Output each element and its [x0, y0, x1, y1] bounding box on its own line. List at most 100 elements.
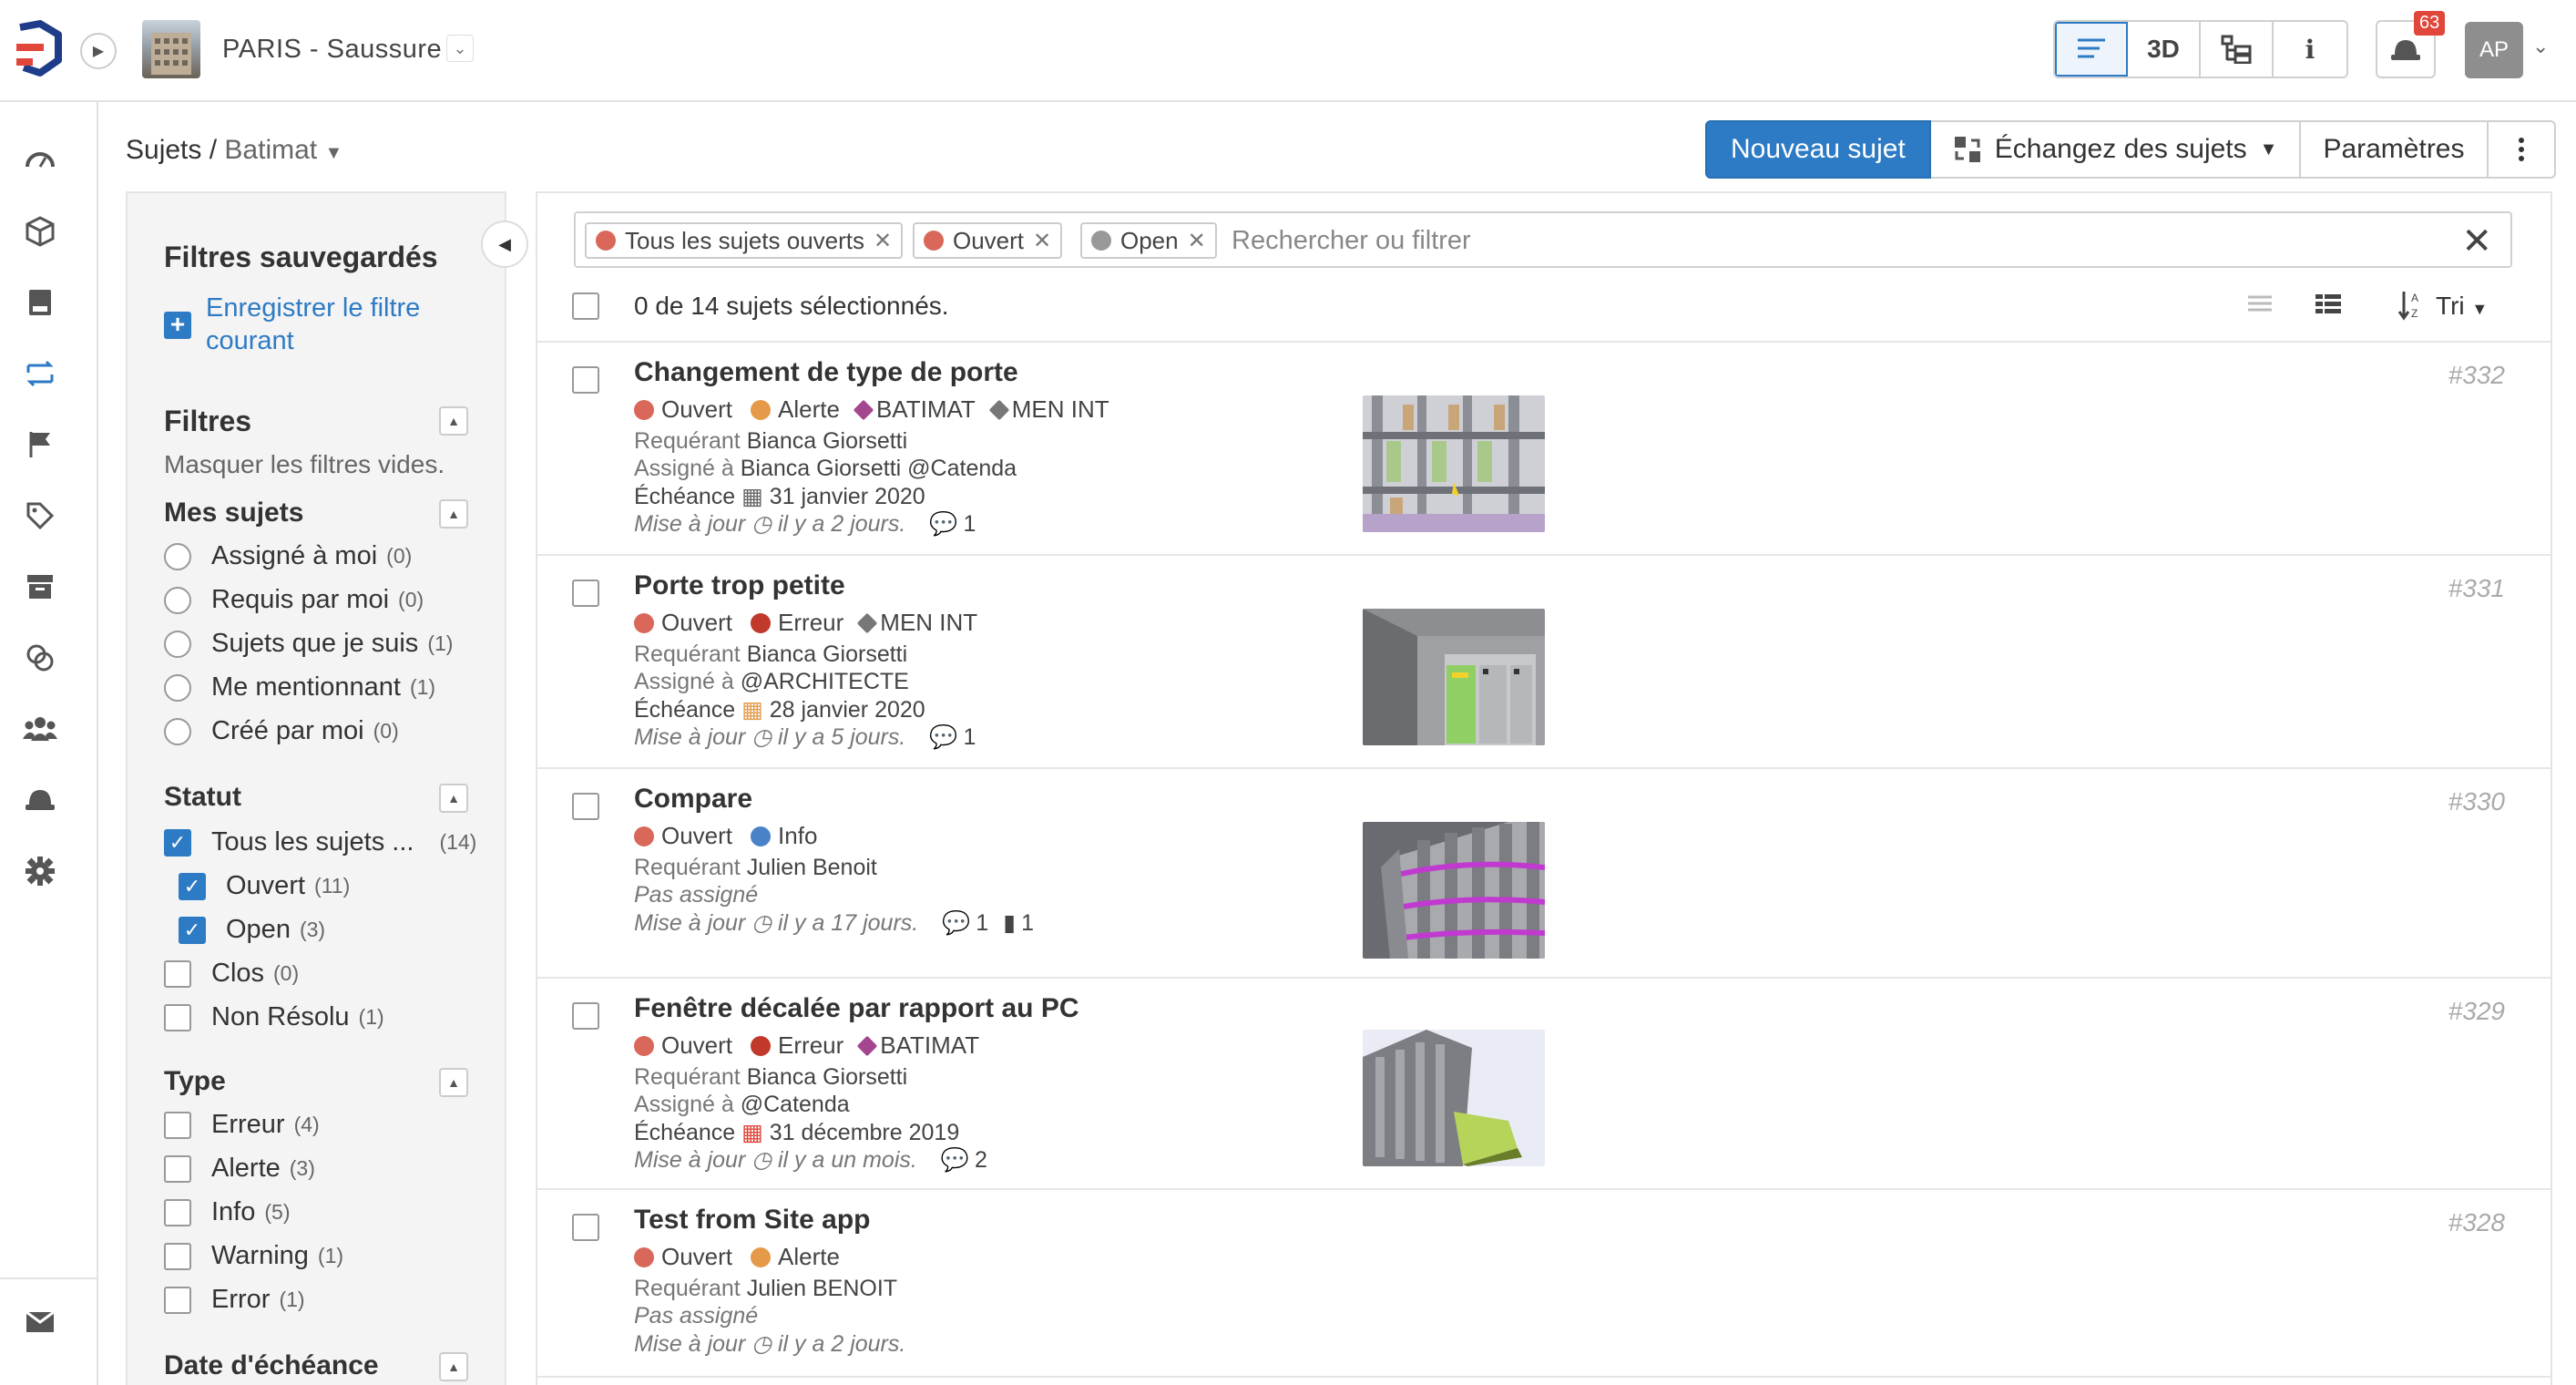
filter-type-error[interactable]: Error (1)	[164, 1285, 305, 1315]
search-input[interactable]: Rechercher ou filtrer	[1232, 226, 1471, 256]
filter-status-open[interactable]: ✓ Open (3)	[179, 915, 325, 945]
checkbox[interactable]	[164, 1003, 191, 1031]
filter-type-warning[interactable]: Warning (1)	[164, 1241, 343, 1271]
model-cube-icon[interactable]	[22, 213, 58, 250]
issue-row[interactable]: Compare #330 Ouvert Info Requérant Julie…	[537, 769, 2550, 977]
sort-icon[interactable]: AZ	[2397, 290, 2425, 325]
radio[interactable]	[164, 717, 191, 745]
user-avatar[interactable]: AP	[2465, 22, 2523, 78]
collapse-due-date-icon[interactable]: ▲	[439, 1352, 468, 1381]
issue-checkbox[interactable]	[572, 1214, 599, 1241]
issue-title[interactable]: Compare	[634, 784, 752, 815]
radio[interactable]	[164, 586, 191, 614]
more-options-button[interactable]	[2488, 120, 2556, 179]
collapse-my-issues-icon[interactable]: ▲	[439, 499, 468, 528]
filter-type-info[interactable]: Info (5)	[164, 1197, 291, 1227]
checkbox[interactable]	[164, 1242, 191, 1270]
team-icon[interactable]	[22, 711, 58, 747]
collapse-filters-icon[interactable]: ▲	[439, 406, 468, 436]
issue-row[interactable]: Porte trop petite #331 Ouvert Erreur MEN…	[537, 556, 2550, 767]
collapse-panel-button[interactable]: ◀	[481, 221, 528, 268]
filter-type-alerte[interactable]: Alerte (3)	[164, 1154, 315, 1184]
flag-icon[interactable]	[22, 426, 58, 463]
filter-radio-following[interactable]: Sujets que je suis (1)	[164, 629, 453, 659]
issue-row[interactable]: Fenêtre décalée par rapport au PC #329 O…	[537, 979, 2550, 1188]
filter-status-all-open[interactable]: ✓ Tous les sujets ... (14)	[164, 827, 476, 857]
3d-view-button[interactable]: 3D	[2128, 22, 2201, 77]
tree-view-button[interactable]	[2201, 22, 2274, 77]
inbox-icon[interactable]	[22, 1303, 58, 1339]
issue-checkbox[interactable]	[572, 793, 599, 820]
radio[interactable]	[164, 542, 191, 570]
compact-view-icon[interactable]	[2246, 290, 2274, 322]
filter-tag-ouvert[interactable]: Ouvert ✕	[913, 222, 1063, 259]
select-all-checkbox[interactable]	[572, 292, 599, 320]
filter-radio-created-by-me[interactable]: Créé par moi (0)	[164, 716, 399, 746]
tag-icon[interactable]	[22, 498, 58, 534]
issue-title[interactable]: Porte trop petite	[634, 570, 845, 601]
issue-row[interactable]: Changement de type de porte #332 Ouvert …	[537, 343, 2550, 554]
project-thumbnail[interactable]	[142, 20, 200, 78]
checkbox-checked[interactable]: ✓	[179, 872, 206, 900]
checkbox-checked[interactable]: ✓	[179, 916, 206, 944]
radio[interactable]	[164, 630, 191, 658]
dashboard-icon[interactable]	[22, 140, 58, 177]
checkbox[interactable]	[164, 959, 191, 988]
collapse-type-icon[interactable]: ▲	[439, 1068, 468, 1097]
info-view-button[interactable]: i	[2274, 22, 2346, 77]
issue-thumbnail[interactable]	[1363, 1030, 1545, 1166]
detailed-view-icon[interactable]	[2314, 290, 2343, 322]
issues-icon[interactable]	[22, 355, 58, 392]
issue-checkbox[interactable]	[572, 580, 599, 607]
user-chevron-down-icon[interactable]: ⌄	[2532, 35, 2549, 58]
issue-title[interactable]: Changement de type de porte	[634, 357, 1018, 388]
radio[interactable]	[164, 673, 191, 702]
catenda-logo[interactable]	[13, 20, 66, 78]
project-name[interactable]: PARIS - Saussure	[222, 35, 442, 65]
filter-status-unresolved[interactable]: Non Résolu (1)	[164, 1002, 384, 1032]
remove-tag-icon[interactable]: ✕	[1188, 228, 1206, 254]
checkbox[interactable]	[164, 1154, 191, 1183]
filter-radio-requested-by-me[interactable]: Requis par moi (0)	[164, 585, 424, 615]
checkbox[interactable]	[164, 1198, 191, 1226]
issue-title[interactable]: Fenêtre décalée par rapport au PC	[634, 993, 1079, 1024]
search-filter-bar[interactable]: Tous les sujets ouverts ✕ Ouvert ✕ Open ✕ R…	[574, 211, 2512, 268]
issue-thumbnail[interactable]	[1363, 609, 1545, 745]
issue-thumbnail[interactable]	[1363, 822, 1545, 959]
save-filter-link[interactable]: Enregistrer le filtre courant	[206, 292, 479, 357]
breadcrumb-current[interactable]: Batimat	[224, 135, 317, 165]
filter-status-closed[interactable]: Clos (0)	[164, 959, 299, 989]
filter-radio-assigned-to-me[interactable]: Assigné à moi (0)	[164, 541, 412, 571]
caret-down-icon[interactable]: ▼	[324, 143, 342, 163]
new-issue-button[interactable]: Nouveau sujet	[1705, 120, 1931, 179]
breadcrumb-root[interactable]: Sujets	[126, 135, 201, 165]
helmet-icon[interactable]	[22, 782, 58, 818]
issue-title[interactable]: Test from Site app	[634, 1205, 870, 1236]
issue-row[interactable]: Test from Site app #328 Ouvert Alerte Re…	[537, 1190, 2550, 1378]
remove-tag-icon[interactable]: ✕	[1033, 228, 1051, 254]
sort-dropdown[interactable]: Tri ▼	[2436, 292, 2488, 321]
plus-icon[interactable]: +	[164, 312, 191, 339]
settings-button[interactable]: Paramètres	[2301, 120, 2489, 179]
project-chevron-down-icon[interactable]: ⌄	[446, 35, 474, 62]
issue-checkbox[interactable]	[572, 1002, 599, 1030]
filter-radio-mentioning-me[interactable]: Me mentionnant (1)	[164, 672, 435, 703]
checkbox[interactable]	[164, 1286, 191, 1314]
archive-icon[interactable]	[22, 569, 58, 605]
checkbox-checked[interactable]: ✓	[164, 828, 191, 857]
list-view-button[interactable]	[2055, 22, 2128, 77]
exchange-issues-button[interactable]: Échangez des sujets ▼	[1930, 120, 2302, 179]
hide-empty-filters-link[interactable]: Masquer les filtres vides.	[164, 450, 445, 479]
issue-thumbnail[interactable]	[1363, 395, 1545, 532]
expand-menu-button[interactable]: ▶	[80, 33, 117, 69]
integrations-icon[interactable]	[22, 640, 58, 676]
checkbox[interactable]	[164, 1111, 191, 1139]
filter-tag-open[interactable]: Open ✕	[1080, 222, 1217, 259]
collapse-status-icon[interactable]: ▲	[439, 784, 468, 813]
remove-tag-icon[interactable]: ✕	[874, 228, 892, 254]
clear-search-icon[interactable]: ✕	[2461, 221, 2492, 262]
filter-type-erreur[interactable]: Erreur (4)	[164, 1110, 320, 1140]
settings-gear-icon[interactable]	[22, 853, 58, 889]
issue-checkbox[interactable]	[572, 366, 599, 394]
filter-status-ouvert[interactable]: ✓ Ouvert (11)	[179, 871, 350, 901]
